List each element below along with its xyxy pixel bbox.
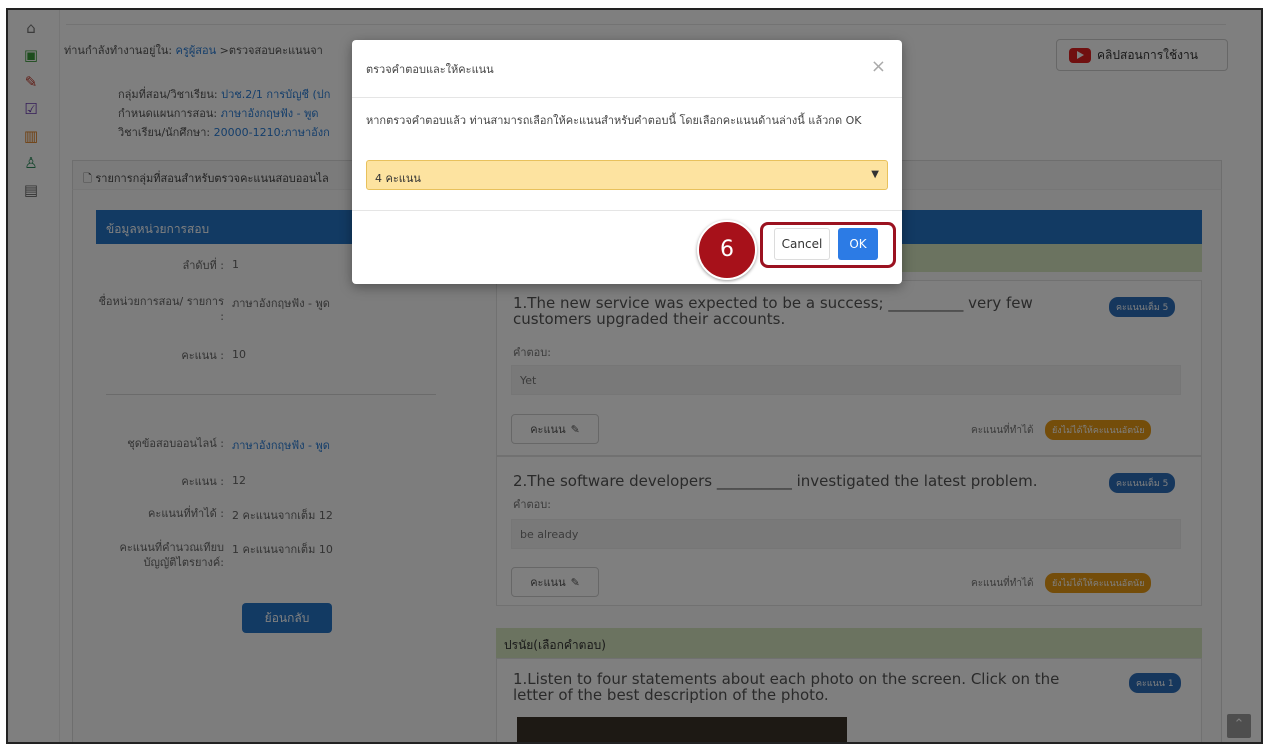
score-select[interactable]: 4 คะแนน ▼ <box>366 160 888 190</box>
score-select-value: 4 คะแนน <box>375 172 421 185</box>
modal-instructions: หากตรวจคำตอบแล้ว ท่านสามารถเลือกให้คะแนน… <box>366 114 862 127</box>
modal-title: ตรวจคำตอบและให้คะแนน <box>366 63 494 76</box>
modal-footer-divider <box>352 210 902 211</box>
modal-header-divider <box>352 97 902 98</box>
grade-answer-modal: ตรวจคำตอบและให้คะแนน × หากตรวจคำตอบแล้ว … <box>352 40 902 284</box>
cancel-button[interactable]: Cancel <box>774 228 830 260</box>
close-icon[interactable]: × <box>871 58 886 76</box>
browser-frame: ⌂ ▣ ✎ ☑ ▥ ♙ ▤ ท่านกำลังทำงานอยู่ใน: ครูผ… <box>6 8 1263 744</box>
step-number-badge: 6 <box>697 220 757 280</box>
ok-button[interactable]: OK <box>838 228 878 260</box>
chevron-down-icon: ▼ <box>871 169 879 180</box>
